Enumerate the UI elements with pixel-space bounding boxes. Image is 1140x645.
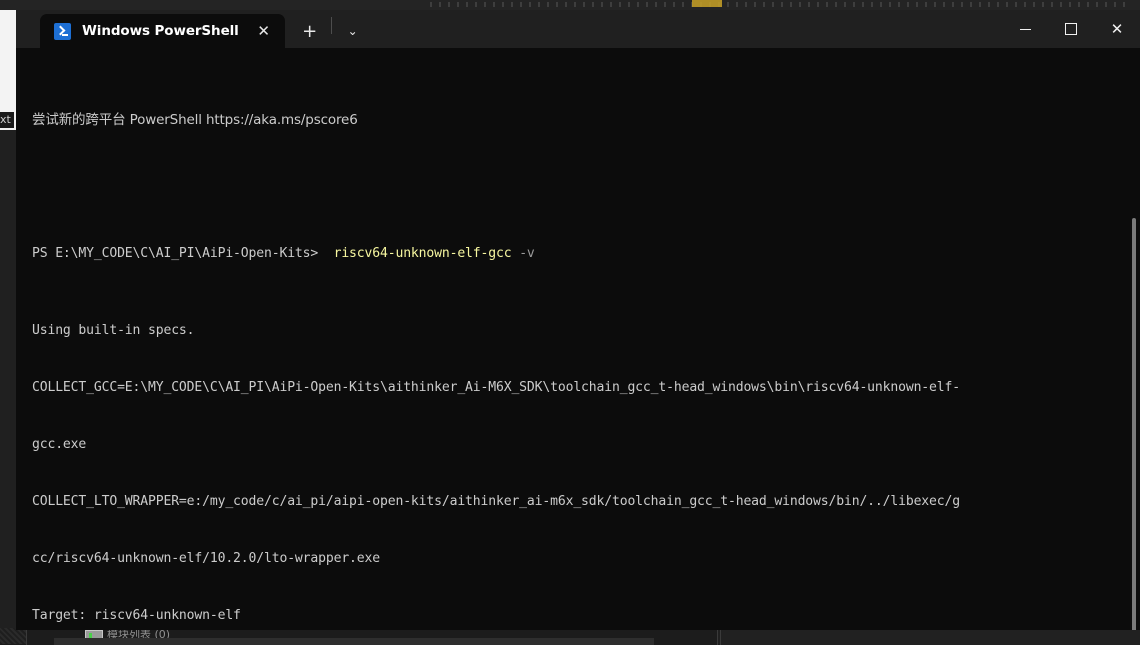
terminal-scrollbar-thumb[interactable]: [1132, 218, 1136, 630]
new-tab-icon[interactable]: +: [294, 14, 326, 48]
maximize-icon: [1065, 23, 1077, 35]
background-window-top-noise: [430, 2, 1130, 7]
toolbar-divider: [331, 17, 332, 34]
background-corner-hatch: [0, 628, 26, 644]
console-banner: 尝试新的跨平台 PowerShell https://aka.ms/pscore…: [32, 111, 1140, 130]
minimize-button[interactable]: [1002, 10, 1048, 48]
typed-command: riscv64-unknown-elf-gcc: [334, 246, 512, 261]
output-line: COLLECT_LTO_WRAPPER=e:/my_code/c/ai_pi/a…: [32, 492, 1140, 511]
console-blank-line: [32, 168, 1140, 187]
output-line: Using built-in specs.: [32, 321, 1140, 340]
terminal-output-area[interactable]: 尝试新的跨平台 PowerShell https://aka.ms/pscore…: [16, 48, 1140, 630]
windows-terminal-window: Windows PowerShell ✕ + ⌄ ✕ 尝试新的跨平台 Power…: [16, 10, 1140, 630]
prompt-path: PS E:\MY_CODE\C\AI_PI\AiPi-Open-Kits>: [32, 246, 318, 261]
close-window-button[interactable]: ✕: [1094, 10, 1140, 48]
output-line: COLLECT_GCC=E:\MY_CODE\C\AI_PI\AiPi-Open…: [32, 378, 1140, 397]
background-window-top-strip: [0, 0, 1140, 10]
console-prompt-line: PS E:\MY_CODE\C\AI_PI\AiPi-Open-Kits> ri…: [32, 244, 1140, 263]
background-window-top-highlight: [692, 0, 722, 7]
background-window-left-label: xt: [0, 112, 14, 128]
background-window-bottom[interactable]: 模块列表 (0): [26, 628, 718, 645]
window-controls: ✕: [1002, 10, 1140, 48]
command-argument: -v: [519, 246, 534, 261]
close-tab-icon[interactable]: ✕: [251, 18, 277, 44]
tab-label: Windows PowerShell: [82, 23, 239, 39]
console-text: 尝试新的跨平台 PowerShell https://aka.ms/pscore…: [32, 54, 1140, 630]
chevron-down-icon[interactable]: ⌄: [337, 14, 369, 48]
output-line: cc/riscv64-unknown-elf/10.2.0/lto-wrappe…: [32, 549, 1140, 568]
close-icon: ✕: [1111, 22, 1124, 37]
background-window-bottom-right[interactable]: [720, 628, 1140, 645]
output-line: Target: riscv64-unknown-elf: [32, 606, 1140, 625]
output-line: gcc.exe: [32, 435, 1140, 454]
maximize-button[interactable]: [1048, 10, 1094, 48]
minimize-icon: [1020, 29, 1031, 30]
terminal-scrollbar[interactable]: [1132, 48, 1136, 630]
prompt-space: [318, 246, 333, 261]
title-bar: Windows PowerShell ✕ + ⌄ ✕: [16, 10, 1140, 48]
powershell-icon: [54, 23, 71, 40]
tab-windows-powershell[interactable]: Windows PowerShell ✕: [40, 14, 285, 48]
